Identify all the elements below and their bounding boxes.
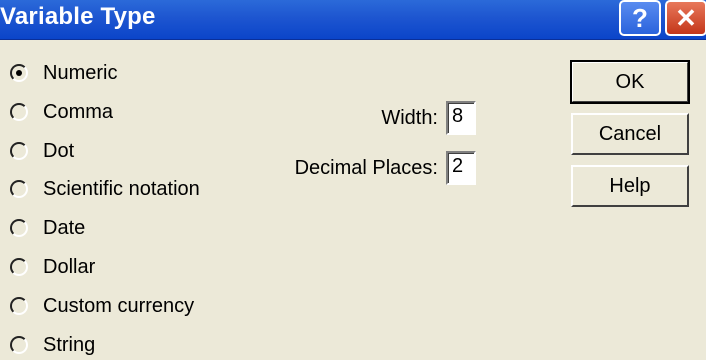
- radio-label: Dollar: [43, 255, 96, 278]
- question-mark-icon: ?: [632, 3, 648, 33]
- radio-button-icon[interactable]: [10, 142, 28, 160]
- decimal-places-input[interactable]: 2: [446, 151, 476, 185]
- radio-label: Custom currency: [43, 294, 195, 317]
- radio-dollar[interactable]: Dollar: [10, 252, 95, 282]
- radio-label: Numeric: [43, 61, 118, 84]
- radio-label: Comma: [43, 100, 114, 123]
- radio-label: Dot: [43, 139, 75, 162]
- radio-button-icon[interactable]: [10, 180, 28, 198]
- dialog-body: Numeric Comma Dot Scientific notation Da…: [0, 40, 706, 356]
- close-icon: ✕: [675, 3, 697, 33]
- radio-button-icon[interactable]: [10, 64, 28, 82]
- radio-numeric[interactable]: Numeric: [10, 58, 117, 88]
- title-bar: Variable Type ? ✕: [0, 0, 706, 40]
- radio-button-icon[interactable]: [10, 258, 28, 276]
- close-button[interactable]: ✕: [665, 0, 706, 36]
- radio-button-icon[interactable]: [10, 297, 28, 315]
- radio-label: Date: [43, 216, 86, 239]
- help-button[interactable]: Help: [571, 165, 689, 207]
- width-label: Width:: [381, 107, 438, 129]
- window-title: Variable Type: [0, 3, 156, 30]
- radio-custom-currency[interactable]: Custom currency: [10, 291, 194, 321]
- radio-button-icon[interactable]: [10, 336, 28, 354]
- radio-date[interactable]: Date: [10, 213, 85, 243]
- radio-button-icon[interactable]: [10, 219, 28, 237]
- ok-button[interactable]: OK: [570, 60, 690, 104]
- radio-button-icon[interactable]: [10, 103, 28, 121]
- radio-dot[interactable]: Dot: [10, 136, 74, 166]
- help-title-button[interactable]: ?: [619, 0, 661, 36]
- cancel-button[interactable]: Cancel: [571, 113, 689, 155]
- radio-label: String: [43, 333, 96, 356]
- decimal-places-label: Decimal Places:: [294, 157, 438, 179]
- radio-label: Scientific notation: [43, 177, 200, 200]
- width-input[interactable]: 8: [446, 101, 476, 135]
- radio-comma[interactable]: Comma: [10, 97, 113, 127]
- radio-scientific[interactable]: Scientific notation: [10, 174, 200, 204]
